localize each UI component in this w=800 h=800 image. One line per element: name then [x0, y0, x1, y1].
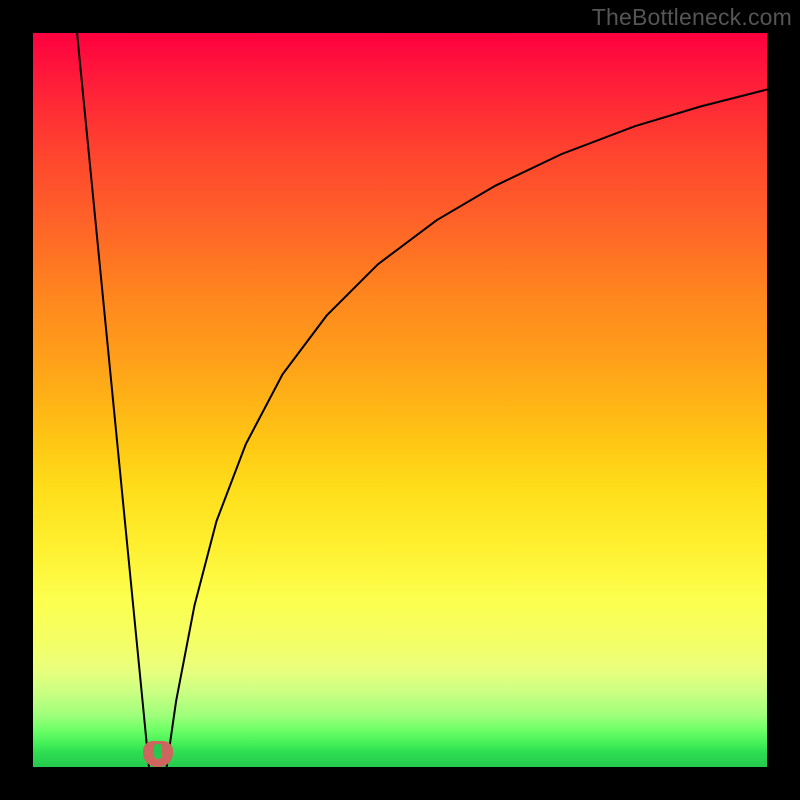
watermark-text: TheBottleneck.com: [592, 4, 792, 31]
bottleneck-curve: [33, 33, 767, 767]
chart-plot-area: [33, 33, 767, 767]
outer-frame: TheBottleneck.com: [0, 0, 800, 800]
optimum-marker: [143, 741, 173, 767]
curve-right-branch: [167, 90, 767, 767]
curve-left-branch: [77, 33, 149, 767]
